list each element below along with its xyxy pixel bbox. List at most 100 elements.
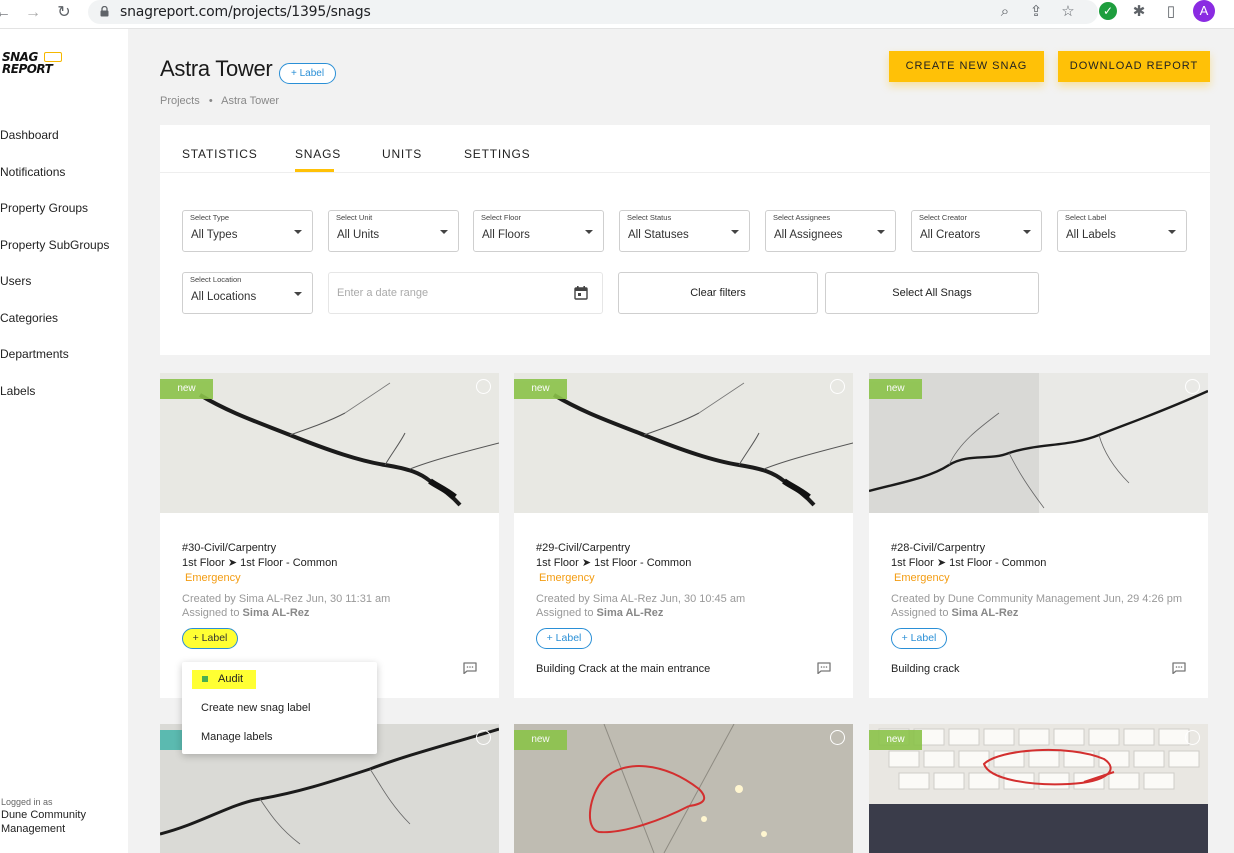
breadcrumb: Projects • Astra Tower: [160, 95, 285, 107]
tab-statistics[interactable]: STATISTICS: [182, 147, 258, 161]
download-report-button[interactable]: DOWNLOAD REPORT: [1058, 51, 1210, 82]
snag-card[interactable]: new #29-Civil/Carpentry 1st Floor ➤ 1st …: [514, 373, 853, 698]
status-badge-new: new: [869, 379, 922, 399]
share-icon[interactable]: ⇪: [1025, 1, 1047, 23]
sidebar-item-notifications[interactable]: Notifications: [0, 165, 65, 179]
comment-icon[interactable]: [817, 662, 831, 674]
select-snag-radio[interactable]: [476, 379, 491, 394]
snag-priority: Emergency: [539, 572, 595, 584]
chevron-down-icon: [294, 230, 302, 234]
snag-priority: Emergency: [894, 572, 950, 584]
snag-details: #28-Civil/Carpentry 1st Floor ➤ 1st Floo…: [891, 541, 1201, 620]
assignee-name: Sima AL-Rez: [596, 607, 664, 619]
select-snag-radio[interactable]: [830, 379, 845, 394]
select-creator[interactable]: Select Creator All Creators: [911, 210, 1042, 252]
snag-created-by: Created by Dune Community Management Jun…: [891, 593, 1183, 605]
reload-icon[interactable]: ↻: [53, 2, 75, 24]
side-panel-icon[interactable]: ▯: [1160, 1, 1182, 23]
date-range-input[interactable]: Enter a date range: [328, 272, 603, 314]
breadcrumb-current: Astra Tower: [221, 95, 279, 107]
project-label-button[interactable]: + Label: [279, 63, 336, 84]
snag-photo[interactable]: new: [869, 373, 1208, 513]
snag-created-by: Created by Sima AL-Rez Jun, 30 10:45 am: [536, 593, 746, 605]
comment-icon[interactable]: [1172, 662, 1186, 674]
lock-icon: [100, 6, 109, 17]
select-assignees[interactable]: Select Assignees All Assignees: [765, 210, 896, 252]
snag-assigned-to: Assigned to Sima AL-Rez: [182, 606, 492, 620]
snag-card[interactable]: new: [514, 724, 853, 853]
breadcrumb-separator: •: [208, 95, 213, 107]
chevron-down-icon: [1168, 230, 1176, 234]
label-color-swatch: [202, 676, 208, 682]
select-unit[interactable]: Select Unit All Units: [328, 210, 459, 252]
calendar-icon[interactable]: [574, 286, 588, 300]
assigned-prefix: Assigned to: [891, 607, 949, 619]
select-all-snags-button[interactable]: Select All Snags: [825, 272, 1039, 314]
snag-title[interactable]: #30-Civil/Carpentry: [182, 541, 492, 556]
assigned-prefix: Assigned to: [536, 607, 594, 619]
url-text[interactable]: snagreport.com/projects/1395/snags: [120, 4, 371, 20]
breadcrumb-projects[interactable]: Projects: [160, 95, 200, 107]
select-type[interactable]: Select Type All Types: [182, 210, 313, 252]
star-icon[interactable]: ☆: [1057, 1, 1079, 23]
select-snag-radio[interactable]: [476, 730, 491, 745]
select-location[interactable]: Select Location All Locations: [182, 272, 313, 314]
snag-card[interactable]: new #28-Civil/Carpentry 1st Floor ➤ 1st …: [869, 373, 1208, 698]
snag-card[interactable]: new #30-Civil/Carpentry 1st Floor ➤ 1st …: [160, 373, 499, 698]
add-label-button[interactable]: + Label: [891, 628, 947, 649]
add-label-button[interactable]: + Label: [182, 628, 238, 649]
tab-snags[interactable]: SNAGS: [295, 147, 341, 161]
snag-photo[interactable]: new: [869, 724, 1208, 853]
snag-photo[interactable]: new: [514, 373, 853, 513]
label-dropdown-menu: Audit Create new snag label Manage label…: [182, 662, 377, 754]
sidebar-item-property-groups[interactable]: Property Groups: [0, 201, 88, 215]
snag-location: 1st Floor ➤ 1st Floor - Common: [182, 557, 338, 569]
select-snag-radio[interactable]: [1185, 379, 1200, 394]
sidebar-item-users[interactable]: Users: [0, 274, 31, 288]
add-label-button[interactable]: + Label: [536, 628, 592, 649]
menu-item-create-label[interactable]: Create new snag label: [201, 702, 310, 714]
sidebar-item-property-subgroups[interactable]: Property SubGroups: [0, 238, 109, 252]
date-range-placeholder: Enter a date range: [337, 287, 429, 299]
snagreport-logo[interactable]: SNAG REPORT: [2, 51, 66, 79]
select-snag-radio[interactable]: [830, 730, 845, 745]
page-title: Astra Tower: [160, 56, 273, 81]
tab-units[interactable]: UNITS: [382, 147, 422, 161]
snag-title[interactable]: #28-Civil/Carpentry: [891, 541, 1201, 556]
select-floor[interactable]: Select Floor All Floors: [473, 210, 604, 252]
extensions-puzzle-icon[interactable]: ✱: [1128, 1, 1150, 23]
comment-icon[interactable]: [463, 662, 477, 674]
snag-photo[interactable]: new: [514, 724, 853, 853]
create-new-snag-button[interactable]: CREATE NEW SNAG: [889, 51, 1044, 82]
snag-card[interactable]: new: [869, 724, 1208, 853]
sidebar-item-categories[interactable]: Categories: [0, 311, 58, 325]
select-assignees-value: All Assignees: [774, 229, 843, 241]
menu-item-manage-labels[interactable]: Manage labels: [201, 731, 273, 743]
snag-title[interactable]: #29-Civil/Carpentry: [536, 541, 846, 556]
menu-item-audit[interactable]: Audit: [192, 670, 256, 689]
status-badge-new: new: [160, 379, 213, 399]
sidebar-item-dashboard[interactable]: Dashboard: [0, 128, 59, 142]
sidebar-item-labels[interactable]: Labels: [0, 384, 35, 398]
select-label[interactable]: Select Label All Labels: [1057, 210, 1187, 252]
snag-photo[interactable]: new: [160, 373, 499, 513]
forward-icon[interactable]: →: [22, 2, 44, 24]
tab-settings[interactable]: SETTINGS: [464, 147, 530, 161]
select-snag-radio[interactable]: [1185, 730, 1200, 745]
assignee-name: Sima AL-Rez: [951, 607, 1019, 619]
select-status[interactable]: Select Status All Statuses: [619, 210, 750, 252]
select-location-label: Select Location: [190, 275, 242, 284]
extension-check-icon[interactable]: ✓: [1099, 2, 1117, 20]
profile-avatar[interactable]: A: [1193, 0, 1215, 22]
status-badge-new: new: [514, 379, 567, 399]
select-creator-value: All Creators: [920, 229, 981, 241]
select-type-label: Select Type: [190, 213, 230, 222]
clear-filters-button[interactable]: Clear filters: [618, 272, 818, 314]
chevron-down-icon: [731, 230, 739, 234]
sidebar-item-departments[interactable]: Departments: [0, 347, 69, 361]
snag-assigned-to: Assigned to Sima AL-Rez: [536, 606, 846, 620]
chevron-down-icon: [877, 230, 885, 234]
zoom-icon[interactable]: ⌕: [994, 1, 1016, 23]
chevron-down-icon: [1023, 230, 1031, 234]
back-icon[interactable]: ←: [0, 2, 14, 24]
